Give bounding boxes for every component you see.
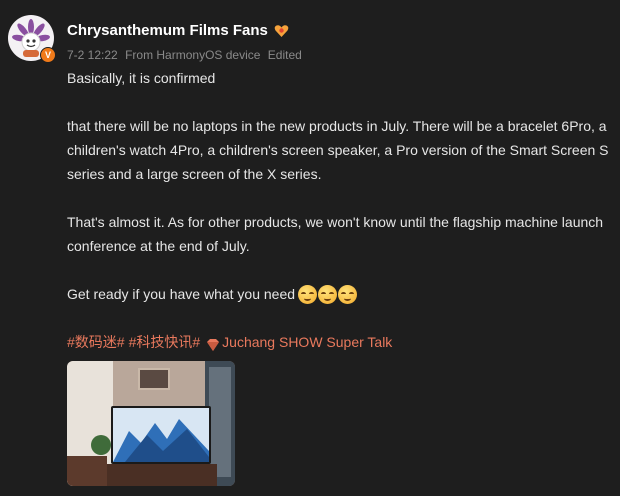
post-image[interactable] (67, 361, 235, 486)
emoji-group (298, 284, 358, 304)
smirk-emoji-icon (298, 284, 318, 304)
tv-photo (67, 361, 235, 486)
paragraph-4-text: Get ready if you have what you need (67, 286, 296, 302)
post-date[interactable]: 7-2 12:22 (67, 48, 118, 62)
super-topic-icon (206, 335, 220, 351)
super-topic-link[interactable]: Juchang SHOW Super Talk (222, 330, 392, 354)
verified-badge-icon: V (40, 47, 56, 63)
post-card: V Chrysanthemum Films Fans 7-2 12:22 Fro… (0, 0, 620, 496)
post-meta: 7-2 12:22 From HarmonyOS device Edited (67, 48, 302, 62)
paragraph-4: Get ready if you have what you need (67, 282, 612, 306)
avatar[interactable]: V (8, 15, 56, 63)
post-edited-label[interactable]: Edited (268, 48, 302, 62)
fan-badge-icon[interactable] (274, 24, 289, 38)
hashtag-digital-fans[interactable]: #数码迷# (67, 330, 125, 354)
hashtag-tech-news[interactable]: #科技快讯# (129, 330, 201, 354)
tag-row: #数码迷# #科技快讯# Juchang SHOW Super Talk (67, 330, 612, 354)
paragraph-3: That's almost it. As for other products,… (67, 214, 604, 254)
username-row: Chrysanthemum Films Fans (67, 22, 289, 39)
smirk-emoji-icon (338, 284, 358, 304)
paragraph-2: that there will be no laptops in the new… (67, 118, 609, 182)
smirk-emoji-icon (318, 284, 338, 304)
username-link[interactable]: Chrysanthemum Films Fans (67, 22, 268, 39)
post-source: From HarmonyOS device (125, 48, 261, 62)
paragraph-1: Basically, it is confirmed (67, 70, 216, 86)
post-body: Basically, it is confirmed that there wi… (67, 66, 612, 354)
